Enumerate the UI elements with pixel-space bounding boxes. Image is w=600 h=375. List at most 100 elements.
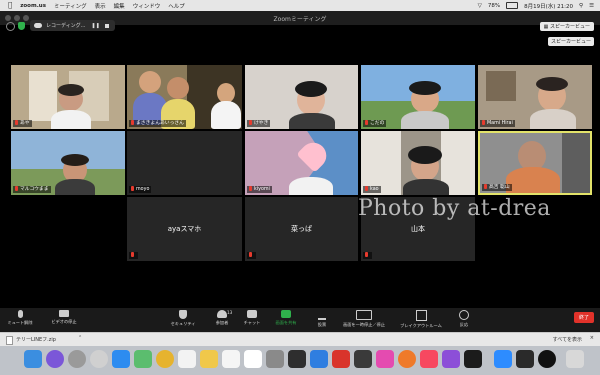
stop-icon[interactable] — [104, 23, 109, 28]
participant-tile[interactable]: Mami Hirai — [478, 65, 592, 129]
menu-item-window[interactable]: ウィンドウ — [133, 2, 161, 10]
apple-icon[interactable]:  — [8, 0, 12, 11]
menu-item-view[interactable]: 表示 — [95, 2, 106, 10]
mic-muted-label — [129, 252, 138, 259]
participant-name-label: まさきよんあいっさん — [129, 120, 186, 127]
mic-muted-label — [363, 252, 372, 259]
close-window-button[interactable] — [5, 15, 11, 21]
mic-muted-icon — [482, 120, 485, 125]
pinwheel-icon[interactable] — [376, 350, 394, 368]
reactions-button[interactable]: 反応 — [444, 310, 484, 328]
mic-muted-icon — [15, 120, 18, 125]
participant-tile[interactable]: 菜っぱ — [245, 197, 358, 261]
participant-tile-active-speaker[interactable]: 髙吉 聡山 — [478, 131, 592, 195]
control-center-icon[interactable]: ☰ — [589, 3, 594, 9]
camera-app-icon[interactable] — [516, 350, 534, 368]
show-all-downloads-button[interactable]: すべてを表示 — [553, 336, 582, 343]
share-screen-button[interactable]: 画面を共有 — [266, 310, 306, 326]
battery-percent[interactable]: 78% — [488, 3, 500, 9]
menu-item-help[interactable]: ヘルプ — [168, 2, 185, 10]
wifi-icon[interactable]: ▽ — [478, 3, 482, 9]
polls-label: 投票 — [317, 322, 327, 327]
mic-muted-icon — [249, 186, 252, 191]
participant-tile[interactable]: あや — [11, 65, 125, 129]
participant-tile[interactable]: マルコウまま — [11, 131, 125, 195]
search-icon[interactable]: ⚲ — [579, 3, 583, 9]
pause-icon[interactable]: ❚❚ — [91, 23, 99, 29]
chevron-up-icon[interactable]: ⌃ — [78, 335, 82, 341]
speaker-view-button[interactable]: ▦ スピーカービュー — [539, 22, 594, 31]
chrome-icon[interactable] — [156, 350, 174, 368]
zoom-icon[interactable] — [494, 350, 512, 368]
close-icon[interactable]: × — [590, 335, 594, 341]
edit-app-icon[interactable] — [354, 350, 372, 368]
folder-icon[interactable] — [200, 350, 218, 368]
apple-tv-icon[interactable] — [464, 350, 482, 368]
bar-chart-icon — [318, 310, 326, 320]
participant-tile[interactable]: moyo — [127, 131, 242, 195]
participant-tile[interactable]: kao — [361, 131, 475, 195]
activity-monitor-icon[interactable] — [288, 350, 306, 368]
trash-icon[interactable] — [566, 350, 584, 368]
menu-item-meeting[interactable]: ミーティング — [54, 2, 87, 10]
mic-muted-icon — [249, 252, 252, 257]
siri-icon[interactable] — [46, 350, 64, 368]
podcasts-icon[interactable] — [442, 350, 460, 368]
calendar-icon[interactable] — [244, 350, 262, 368]
participant-name: ayaスマホ — [167, 225, 202, 233]
participant-tile[interactable]: けやき — [245, 65, 358, 129]
end-meeting-button[interactable]: 終了 — [573, 312, 594, 323]
menubar-datetime[interactable]: 8月19日(水) 21:20 — [524, 2, 573, 10]
speaker-view-hint[interactable]: スピーカービュー — [547, 37, 594, 46]
pause-stop-recording-label: 画面を一時停止／停止 — [343, 322, 385, 327]
unmute-label: ミュート解除 — [7, 320, 33, 325]
recording-label: レコーディング... — [46, 23, 86, 29]
xmind-icon[interactable] — [332, 350, 350, 368]
mic-muted-label — [247, 252, 256, 259]
participant-tile[interactable]: ayaスマホ — [127, 197, 242, 261]
breakout-rooms-button[interactable]: ブレイクアウトルーム — [396, 310, 446, 329]
system-preferences-icon[interactable] — [266, 350, 284, 368]
unmute-button[interactable]: ミュート解除 — [0, 310, 40, 326]
download-file-name[interactable]: テリーLINEフ.zip — [16, 336, 56, 343]
shield-icon[interactable] — [18, 22, 25, 30]
photos-icon[interactable] — [178, 350, 196, 368]
finder-icon[interactable] — [24, 350, 42, 368]
mic-muted-icon — [131, 186, 134, 191]
smiley-icon — [459, 310, 469, 320]
safari-icon[interactable] — [90, 350, 108, 368]
dropbox-icon[interactable] — [310, 350, 328, 368]
security-button[interactable]: セキュリティ — [163, 310, 203, 327]
launchpad-icon[interactable] — [68, 350, 86, 368]
polls-button[interactable]: 投票 — [302, 310, 342, 328]
zoom-window-button[interactable] — [23, 15, 29, 21]
speaker-view-button-label: スピーカービュー — [549, 24, 590, 30]
macos-dock — [0, 346, 600, 375]
participants-label: 参加者 — [215, 320, 229, 325]
info-icon[interactable] — [6, 22, 15, 31]
video-camera-icon — [59, 310, 69, 317]
mic-muted-icon — [131, 120, 134, 125]
menu-app-name[interactable]: zoom.us — [20, 3, 46, 9]
firefox-icon[interactable] — [398, 350, 416, 368]
photo-watermark: Photo by at-drea — [358, 196, 551, 221]
minimize-window-button[interactable] — [14, 15, 20, 21]
participant-tile[interactable]: こだの — [361, 65, 475, 129]
recording-indicator[interactable]: レコーディング... ❚❚ — [30, 20, 115, 31]
menu-item-edit[interactable]: 編集 — [114, 2, 125, 10]
participant-tile[interactable]: kiyomi — [245, 131, 358, 195]
grid-icon — [415, 310, 427, 321]
circle-app-icon[interactable] — [538, 350, 556, 368]
microphone-muted-icon — [17, 310, 23, 318]
mic-muted-icon — [365, 186, 368, 191]
pause-stop-recording-button[interactable]: 画面を一時停止／停止 — [340, 310, 388, 328]
notes-icon[interactable] — [222, 350, 240, 368]
maps-icon[interactable] — [134, 350, 152, 368]
participant-name-label: マルコウまま — [13, 186, 51, 193]
participant-tile[interactable]: まさきよんあいっさん — [127, 65, 242, 129]
app-store-icon[interactable] — [112, 350, 130, 368]
stop-video-button[interactable]: ビデオの停止 — [42, 310, 86, 325]
mic-muted-icon — [131, 252, 134, 257]
participant-name-label: こだの — [363, 120, 387, 127]
music-icon[interactable] — [420, 350, 438, 368]
